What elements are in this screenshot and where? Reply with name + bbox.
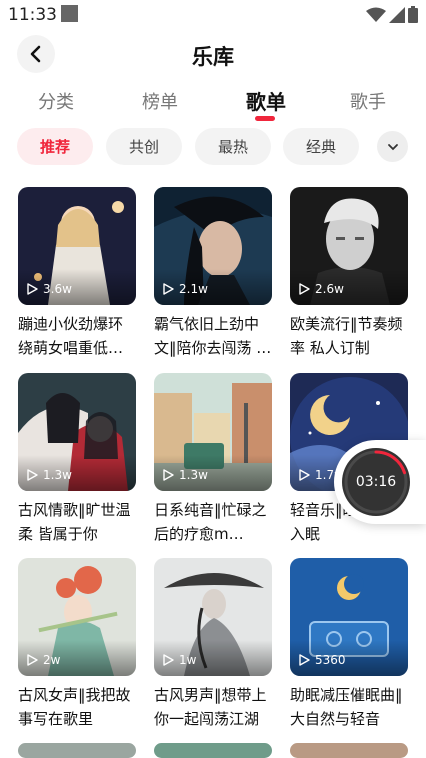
playlist-cover[interactable]: 2w bbox=[18, 558, 136, 676]
playlist-cover[interactable]: 5360 bbox=[290, 558, 408, 676]
play-icon bbox=[27, 654, 38, 666]
play-count: 3.6w bbox=[26, 282, 72, 296]
play-icon bbox=[163, 469, 174, 481]
category-tabs: 分类 榜单 歌单 歌手 bbox=[0, 84, 426, 124]
expand-filters-button[interactable] bbox=[377, 131, 408, 162]
playlist-card[interactable]: 3.6w 蹦迪小伙劲爆环绕萌女唱重低音… bbox=[18, 187, 136, 360]
playlist-card[interactable]: 1w 古风男声‖想带上你一起闯荡江湖 bbox=[154, 558, 272, 731]
playlist-cover[interactable]: 1w bbox=[154, 558, 272, 676]
playlist-cover[interactable]: 2.1w bbox=[154, 187, 272, 305]
play-count: 2.6w bbox=[298, 282, 344, 296]
signal-icon bbox=[389, 6, 405, 23]
player-disc[interactable]: 03:16 bbox=[342, 448, 410, 516]
playlist-title[interactable]: 古风女声‖我把故事写在歌里 bbox=[18, 683, 136, 731]
play-icon bbox=[163, 283, 174, 295]
play-count: 1.3w bbox=[162, 468, 208, 482]
tab-artists[interactable]: 歌手 bbox=[350, 88, 386, 114]
playlist-card[interactable]: 2w 古风女声‖我把故事写在歌里 bbox=[18, 558, 136, 731]
cover-image bbox=[154, 743, 272, 758]
player-time: 03:16 bbox=[355, 474, 397, 490]
battery-icon bbox=[408, 6, 418, 23]
tab-playlists[interactable]: 歌单 bbox=[246, 86, 286, 115]
wifi-icon bbox=[366, 7, 386, 22]
top-bar: 乐库 bbox=[0, 34, 426, 76]
chip-co-created[interactable]: 共创 bbox=[106, 128, 182, 165]
status-icons bbox=[366, 6, 418, 23]
chip-classic[interactable]: 经典 bbox=[283, 128, 359, 165]
playlist-cover[interactable]: 1.3w bbox=[18, 373, 136, 491]
play-count: 5360 bbox=[298, 653, 346, 667]
play-count-value: 2.1w bbox=[179, 282, 208, 296]
play-icon bbox=[299, 283, 310, 295]
play-count: 1w bbox=[162, 653, 196, 667]
chip-recommended[interactable]: 推荐 bbox=[17, 128, 93, 165]
playlist-title[interactable]: 蹦迪小伙劲爆环绕萌女唱重低音… bbox=[18, 312, 136, 360]
cover-image bbox=[290, 743, 408, 758]
playlist-card[interactable]: 5360 助眠减压催眠曲‖大自然与轻音 bbox=[290, 558, 408, 731]
play-count-value: 5360 bbox=[315, 653, 346, 667]
play-icon bbox=[299, 654, 310, 666]
playlist-cover[interactable] bbox=[18, 743, 136, 758]
play-icon bbox=[299, 469, 310, 481]
playlist-card[interactable]: 2.6w 欧美流行‖节奏频率 私人订制 bbox=[290, 187, 408, 360]
status-time: 11:33 bbox=[8, 5, 57, 25]
tab-categories[interactable]: 分类 bbox=[38, 88, 74, 114]
chip-hottest[interactable]: 最热 bbox=[195, 128, 271, 165]
playlist-card[interactable] bbox=[290, 743, 408, 758]
play-count-value: 1.3w bbox=[43, 468, 72, 482]
play-count: 2w bbox=[26, 653, 60, 667]
status-bar: 11:33 bbox=[0, 0, 426, 30]
playlist-title[interactable]: 古风男声‖想带上你一起闯荡江湖 bbox=[154, 683, 272, 731]
play-count-value: 2w bbox=[43, 653, 61, 667]
playlist-card[interactable] bbox=[154, 743, 272, 758]
play-count-value: 2.6w bbox=[315, 282, 344, 296]
play-icon bbox=[27, 283, 38, 295]
filter-chips: 推荐 共创 最热 经典 bbox=[0, 128, 426, 166]
playlist-cover[interactable]: 1.3w bbox=[154, 373, 272, 491]
playlist-card[interactable] bbox=[18, 743, 136, 758]
play-count: 2.1w bbox=[162, 282, 208, 296]
cover-image bbox=[18, 743, 136, 758]
play-count: 1.3w bbox=[26, 468, 72, 482]
play-icon bbox=[27, 469, 38, 481]
playlist-card[interactable]: 1.3w 日系纯音‖忙碌之后的疗愈m… bbox=[154, 373, 272, 546]
playlist-cover[interactable] bbox=[154, 743, 272, 758]
playlist-card[interactable]: 1.3w 古风情歌‖旷世温柔 皆属于你 bbox=[18, 373, 136, 546]
floating-player[interactable]: 03:16 bbox=[334, 440, 426, 524]
playlist-cover[interactable]: 3.6w bbox=[18, 187, 136, 305]
playlist-title[interactable]: 霸气依旧上劲中文‖陪你去闯荡 … bbox=[154, 312, 272, 360]
play-count-value: 1.3w bbox=[179, 468, 208, 482]
tab-indicator bbox=[255, 116, 275, 121]
playlist-cover[interactable] bbox=[290, 743, 408, 758]
chevron-down-icon bbox=[387, 143, 398, 150]
notification-icon bbox=[61, 5, 78, 22]
page-title: 乐库 bbox=[192, 45, 234, 69]
playlist-title[interactable]: 欧美流行‖节奏频率 私人订制 bbox=[290, 312, 408, 360]
playlist-title[interactable]: 日系纯音‖忙碌之后的疗愈m… bbox=[154, 498, 272, 546]
play-icon bbox=[163, 654, 174, 666]
play-count-value: 1w bbox=[179, 653, 197, 667]
playlist-cover[interactable]: 2.6w bbox=[290, 187, 408, 305]
play-count-value: 3.6w bbox=[43, 282, 72, 296]
tab-charts[interactable]: 榜单 bbox=[142, 88, 178, 114]
playlist-title[interactable]: 助眠减压催眠曲‖大自然与轻音 bbox=[290, 683, 408, 731]
playlist-title[interactable]: 古风情歌‖旷世温柔 皆属于你 bbox=[18, 498, 136, 546]
playlist-card[interactable]: 2.1w 霸气依旧上劲中文‖陪你去闯荡 … bbox=[154, 187, 272, 360]
